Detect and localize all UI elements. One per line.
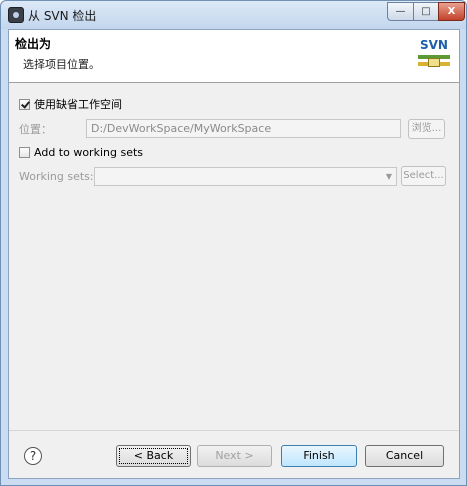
- add-working-sets-row[interactable]: Add to working sets: [19, 146, 143, 159]
- svn-logo-text: SVN: [420, 38, 448, 52]
- working-sets-combo[interactable]: ▼: [94, 167, 397, 186]
- page-description: 选择项目位置。: [23, 58, 100, 71]
- finish-button[interactable]: Finish: [281, 445, 357, 467]
- use-default-workspace-checkbox[interactable]: [19, 98, 30, 110]
- svn-logo: SVN: [417, 38, 451, 74]
- use-default-workspace-row[interactable]: 使用缺省工作空间: [19, 96, 122, 112]
- page-title: 检出为: [15, 37, 52, 51]
- wizard-header: 检出为 选择项目位置。 SVN: [9, 30, 459, 83]
- close-button[interactable]: X: [438, 2, 465, 21]
- dialog-content: 检出为 选择项目位置。 SVN 使用缺省工作空间 位置： D:/DevWorkS…: [8, 29, 460, 479]
- working-sets-label-row: Working sets:: [19, 170, 94, 183]
- help-icon[interactable]: ?: [24, 447, 42, 465]
- location-input[interactable]: D:/DevWorkSpace/MyWorkSpace: [86, 119, 401, 138]
- title-bar[interactable]: 从 SVN 检出 — □ X: [1, 1, 466, 29]
- maximize-button[interactable]: □: [413, 2, 439, 21]
- minimize-button[interactable]: —: [387, 2, 414, 21]
- add-working-sets-checkbox[interactable]: [19, 147, 30, 158]
- footer-separator: [9, 430, 459, 431]
- chevron-down-icon: ▼: [385, 172, 392, 181]
- use-default-workspace-label: 使用缺省工作空间: [34, 98, 122, 111]
- back-button[interactable]: < Back: [116, 445, 191, 467]
- browse-button[interactable]: 浏览...: [408, 119, 445, 139]
- add-working-sets-label: Add to working sets: [34, 146, 144, 159]
- select-working-sets-button[interactable]: Select...: [401, 166, 446, 186]
- window-title: 从 SVN 检出: [28, 9, 97, 23]
- app-icon: [8, 7, 24, 23]
- next-button[interactable]: Next >: [197, 445, 272, 467]
- location-label: 位置：: [19, 123, 52, 136]
- cancel-button[interactable]: Cancel: [365, 445, 444, 467]
- working-sets-label: Working sets:: [19, 170, 94, 183]
- location-label-row: 位置：: [19, 121, 52, 137]
- dialog-window: 从 SVN 检出 — □ X 检出为 选择项目位置。 SVN 使用缺省工作空间 …: [0, 0, 467, 486]
